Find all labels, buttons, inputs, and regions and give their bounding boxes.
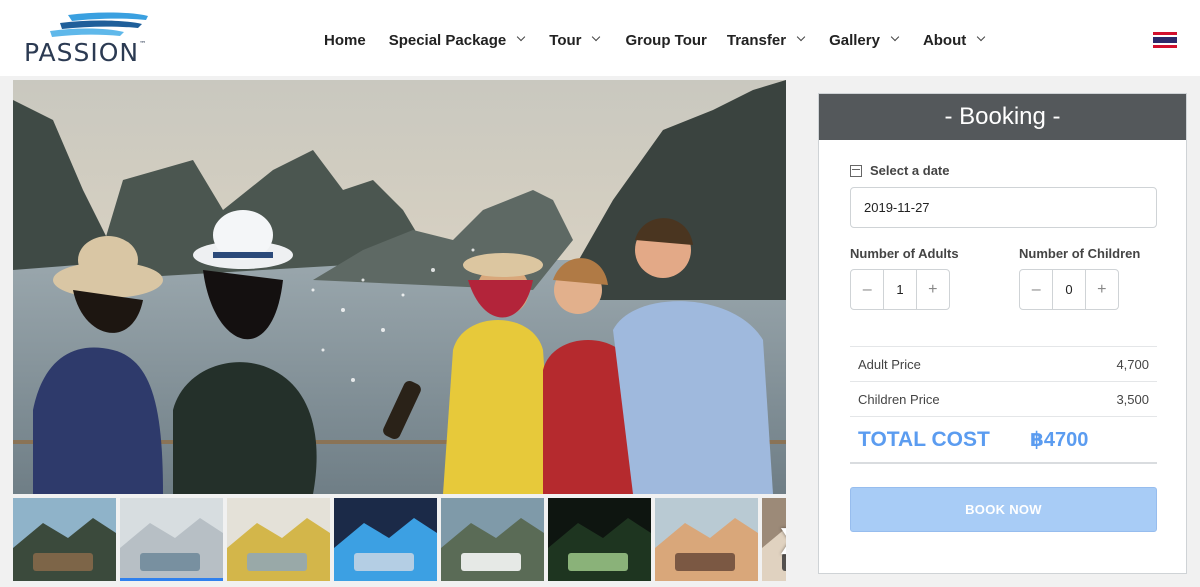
photo-woman-yellow-dress <box>227 498 330 581</box>
price-row-children: Children Price 3,500 <box>850 381 1157 416</box>
nav-item-about[interactable]: About <box>922 31 986 49</box>
chevron-down-icon <box>517 32 526 42</box>
hero-photo <box>13 80 786 494</box>
children-minus-button[interactable]: – <box>1020 270 1052 309</box>
date-input[interactable]: 2019-11-27 <box>850 187 1157 228</box>
adults-count[interactable]: 1 <box>883 270 917 309</box>
adults-stepper: – 1 + <box>850 269 950 310</box>
children-plus-button[interactable]: + <box>1086 270 1118 309</box>
adults-minus-button[interactable]: – <box>851 270 883 309</box>
children-label: Number of Children <box>1019 246 1141 261</box>
logo-wave-icon <box>50 12 148 37</box>
nav-item-label: Home <box>324 31 366 49</box>
gallery-thumbnail[interactable] <box>13 498 116 581</box>
gallery-thumbnail[interactable] <box>655 498 758 581</box>
photo-boat-lounge <box>120 498 223 578</box>
thai-flag-icon[interactable] <box>1153 32 1177 48</box>
gallery-thumbnail[interactable] <box>120 498 223 581</box>
price-table: Adult Price 4,700 Children Price 3,500 T… <box>850 346 1157 464</box>
nav-item-group-tour[interactable]: Group Tour <box>625 32 706 49</box>
booking-title: - Booking - <box>819 94 1186 140</box>
site-header: PASSION™ Home Special Package Tour Group To… <box>0 0 1200 76</box>
nav-item-label: Gallery <box>829 31 880 49</box>
adults-plus-button[interactable]: + <box>917 270 949 309</box>
price-label: Adult Price <box>858 356 921 372</box>
price-value: 3,500 <box>1116 391 1149 407</box>
children-stepper: – 0 + <box>1019 269 1119 310</box>
photo-woman-dining <box>655 498 758 581</box>
calendar-icon <box>850 164 862 177</box>
nav-item-tour[interactable]: Tour <box>549 31 601 49</box>
logo-wordmark: PASSION™ <box>24 38 148 67</box>
passion-logo[interactable]: PASSION™ <box>24 12 164 67</box>
nav-item-transfer[interactable]: Transfer <box>726 31 806 49</box>
gallery-thumbnail[interactable] <box>227 498 330 581</box>
nav-item-special-package[interactable]: Special Package <box>388 31 526 49</box>
price-label: Children Price <box>858 391 940 407</box>
price-value: 4,700 <box>1116 356 1149 372</box>
adults-label: Number of Adults <box>850 246 959 261</box>
chevron-down-icon <box>796 32 806 42</box>
nav-item-label: Tour <box>549 31 582 49</box>
total-row: TOTAL COST ฿4700 <box>850 416 1157 464</box>
thumbnail-strip: ❯ <box>13 498 786 581</box>
photo-party-lights <box>334 498 437 581</box>
gallery-thumbnail[interactable] <box>441 498 544 581</box>
nav-item-label: Group Tour <box>625 31 707 49</box>
total-label: TOTAL COST <box>858 427 990 451</box>
gallery-thumbnail[interactable] <box>548 498 651 581</box>
nav-item-label: About <box>922 31 967 49</box>
chevron-down-icon <box>977 32 986 42</box>
date-label: Select a date <box>850 163 950 178</box>
book-now-button[interactable]: BOOK NOW <box>850 487 1157 532</box>
photo-boat-deck-islands <box>13 498 116 581</box>
nav-item-gallery[interactable]: Gallery <box>829 31 900 49</box>
chevron-down-icon <box>890 32 900 42</box>
children-count[interactable]: 0 <box>1052 270 1086 309</box>
gallery-thumbnail[interactable] <box>334 498 437 581</box>
photo-yacht-cliffs <box>441 498 544 581</box>
chevron-down-icon <box>592 32 601 42</box>
price-row-adult: Adult Price 4,700 <box>850 346 1157 381</box>
booking-card: - Booking - Select a date 2019-11-27 Num… <box>818 93 1187 574</box>
total-value: ฿4700 <box>1030 429 1089 451</box>
date-label-text: Select a date <box>870 163 950 178</box>
nav-item-label: Transfer <box>726 31 787 49</box>
main-nav: Home Special Package Tour Group Tour Transfe… <box>324 30 986 50</box>
nav-item-label: Special Package <box>388 31 507 49</box>
nav-item-home[interactable]: Home <box>324 32 366 49</box>
chevron-right-icon[interactable]: ❯ <box>777 524 786 554</box>
photo-cave-night <box>548 498 651 581</box>
